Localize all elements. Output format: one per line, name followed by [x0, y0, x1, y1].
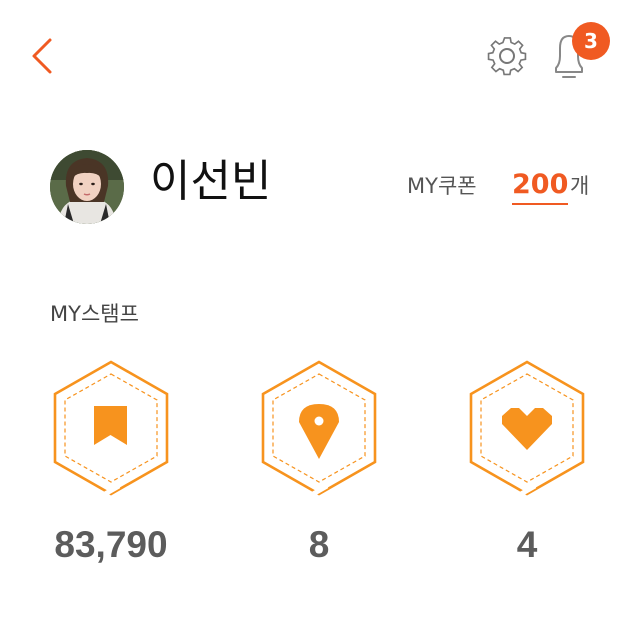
hexagon-badge — [469, 360, 585, 497]
notification-badge: 3 — [572, 22, 610, 60]
stamp-heart[interactable] — [465, 358, 589, 498]
location-pin-icon — [299, 404, 339, 459]
bookmark-icon — [94, 406, 127, 445]
hexagon-badge — [261, 360, 377, 497]
stamp-heart-value: 4 — [516, 524, 538, 565]
coupon-label: MY쿠폰 — [407, 174, 477, 198]
stamp-location-value: 8 — [308, 524, 330, 565]
profile-photo — [50, 150, 124, 224]
avatar[interactable] — [50, 150, 124, 224]
coupon-unit: 개 — [570, 174, 590, 198]
coupon-count-link[interactable]: 200 — [512, 168, 569, 205]
heart-icon — [502, 408, 552, 450]
chevron-left-icon — [32, 38, 52, 74]
user-name: 이선빈 — [150, 156, 272, 207]
stamp-location[interactable] — [257, 358, 381, 498]
gear-icon — [487, 37, 527, 76]
settings-button[interactable] — [480, 32, 534, 86]
stamp-bookmark-value: 83,790 — [54, 524, 168, 565]
stamp-bookmark[interactable] — [49, 358, 173, 498]
hexagon-badge — [53, 360, 169, 497]
back-button[interactable] — [22, 28, 62, 84]
stamp-section-title: MY스탬프 — [50, 302, 139, 326]
my-page-screen: 3 이선빈 MY쿠폰 200 개 MY스탬프 83,790 8 4 — [0, 0, 640, 631]
